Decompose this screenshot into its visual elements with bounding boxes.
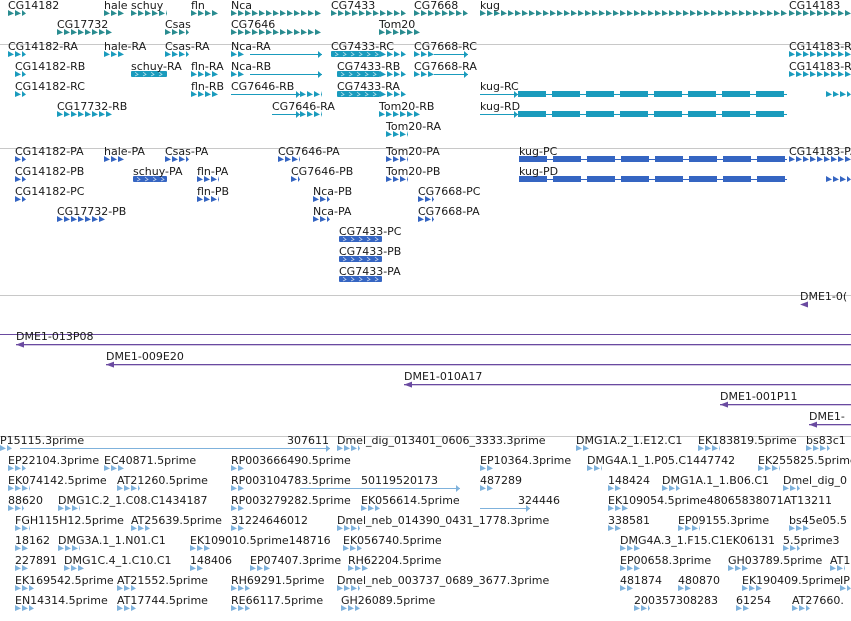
est-feature-label[interactable]: AT27660.	[792, 594, 844, 607]
est-feature-label[interactable]: IP	[840, 574, 850, 587]
est-feature-label[interactable]: DMG1A.2_1.E12.C1	[576, 434, 682, 447]
est-feature-label[interactable]: bs83c1	[806, 434, 846, 447]
est-feature-label[interactable]: 18162	[15, 534, 50, 547]
est-feature-label[interactable]: Dmel_dig_0	[783, 474, 847, 487]
est-feature-label[interactable]: AT1	[830, 554, 850, 567]
est-feature-label[interactable]: EK074142.5prime	[8, 474, 107, 487]
est-feature-label[interactable]: 481874	[620, 574, 662, 587]
est-feature-label[interactable]: FGH115H12.5prime	[15, 514, 124, 527]
est-feature-label[interactable]: AT21552.5prime	[117, 574, 208, 587]
est-feature-label[interactable]: EC40871.5prime	[104, 454, 196, 467]
est-feature-label[interactable]: bs45e05.5	[789, 514, 847, 527]
est-feature-label[interactable]: DMG1A.1_1.B06.C1	[662, 474, 769, 487]
est-feature-label[interactable]: 5.5prime3	[783, 534, 840, 547]
est-feature-label[interactable]: DMG4A.3_1.F15.C1EK06131	[620, 534, 775, 547]
est-feature-label[interactable]: EK190409.5prime	[742, 574, 841, 587]
est-feature-label[interactable]: EK109010.5prime148716	[190, 534, 331, 547]
est-feature-label[interactable]: RP003666490.5prime	[231, 454, 351, 467]
est-feature-label[interactable]: 227891	[15, 554, 57, 567]
est-feature-label[interactable]: 200357308283	[634, 594, 718, 607]
est-feature-label[interactable]: DMG1C.2_1.C08.C1434187	[58, 494, 208, 507]
est-feature-label[interactable]: Dmel_neb_003737_0689_3677.3prime	[337, 574, 549, 587]
est-feature-label[interactable]: EN14314.5prime	[15, 594, 108, 607]
est-feature-label[interactable]: AT21260.5prime	[117, 474, 208, 487]
est-feature-label[interactable]: EP09155.3prime	[678, 514, 769, 527]
est-feature-label[interactable]: EP00658.3prime	[620, 554, 711, 567]
est-feature-label[interactable]: P15115.3prime	[0, 434, 84, 447]
est-feature-label[interactable]: 50119520173	[361, 474, 438, 487]
est-feature-label[interactable]: 88620	[8, 494, 43, 507]
est-feature-label[interactable]: DMG1C.4_1.C10.C1	[64, 554, 172, 567]
est-feature-label[interactable]: EK255825.5prime	[758, 454, 851, 467]
est-feature-label[interactable]: RE66117.5prime	[231, 594, 323, 607]
est-feature-label[interactable]: 148406	[190, 554, 232, 567]
est-feature-label[interactable]: 148424	[608, 474, 650, 487]
est-feature-label[interactable]: 338581	[608, 514, 650, 527]
est-feature-label[interactable]: DMG4A.1_1.P05.C1447742	[587, 454, 735, 467]
est-feature-label[interactable]: GH26089.5prime	[341, 594, 435, 607]
est-feature-label[interactable]: EP10364.3prime	[480, 454, 571, 467]
est-feature-label[interactable]: EP07407.3prime	[250, 554, 341, 567]
est-feature-label[interactable]: GH03789.5prime	[728, 554, 822, 567]
est-feature-label[interactable]: EK169542.5prime	[15, 574, 114, 587]
est-feature-label[interactable]: 307611	[287, 434, 329, 447]
est-feature-label[interactable]: RH62204.5prime	[348, 554, 441, 567]
est-feature-label[interactable]: EK183819.5prime	[698, 434, 797, 447]
est-feature-label[interactable]: RP003279282.5prime	[231, 494, 351, 507]
est-feature-label[interactable]: DMG3A.1_1.N01.C1	[58, 534, 166, 547]
est-feature-label[interactable]: EK056740.5prime	[343, 534, 442, 547]
est-feature-label[interactable]: 480870	[678, 574, 720, 587]
est-feature-label[interactable]: RP003104783.5prime	[231, 474, 351, 487]
est-feature-label[interactable]: Dmel_neb_014390_0431_1778.3prime	[337, 514, 549, 527]
est-feature-label[interactable]: 31224646012	[231, 514, 308, 527]
est-feature-label[interactable]: EK109054.5prime48065838071AT13211	[608, 494, 832, 507]
est-feature-label[interactable]: AT17744.5prime	[117, 594, 208, 607]
ests-glyph-layer	[0, 445, 851, 611]
est-feature-label[interactable]: RH69291.5prime	[231, 574, 324, 587]
est-feature-label[interactable]: AT25639.5prime	[131, 514, 222, 527]
est-feature-label[interactable]: 324446	[518, 494, 560, 507]
est-feature-label[interactable]: Dmel_dig_013401_0606_3333.3prime	[337, 434, 546, 447]
est-feature-label[interactable]: EK056614.5prime	[361, 494, 460, 507]
est-feature-label[interactable]: EP22104.3prime	[8, 454, 99, 467]
est-feature-label[interactable]: 487289	[480, 474, 522, 487]
est-feature-label[interactable]: 61254	[736, 594, 771, 607]
